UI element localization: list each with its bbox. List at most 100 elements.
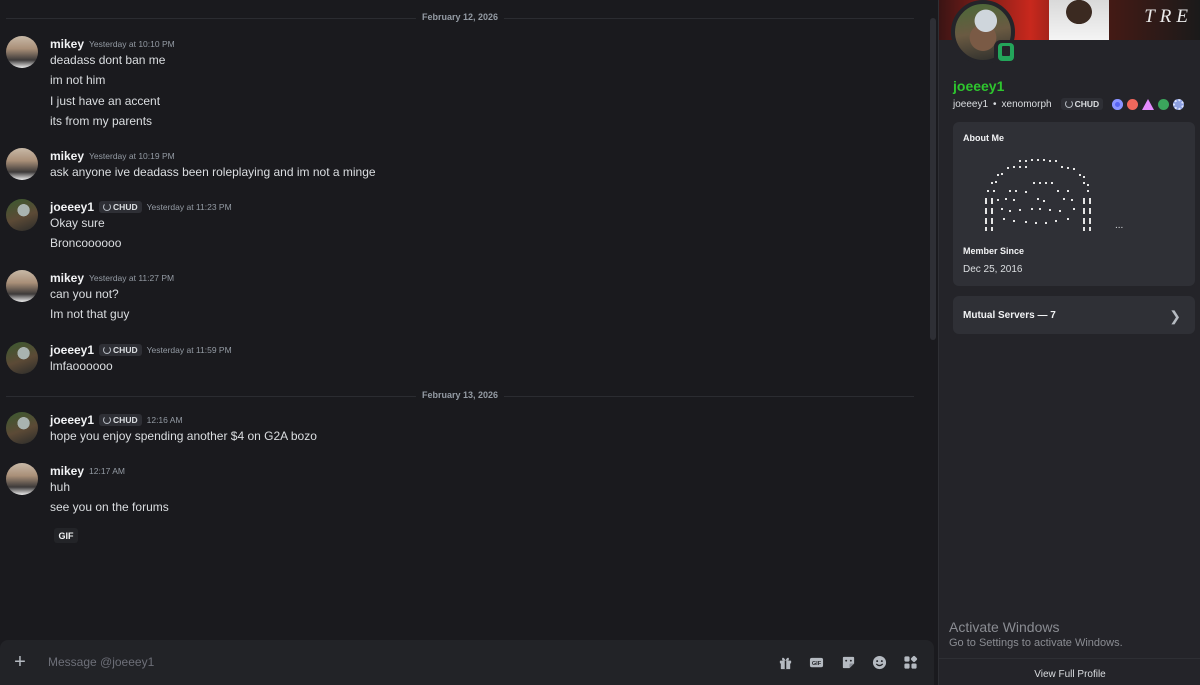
- guild-tag[interactable]: CHUD: [99, 414, 142, 426]
- message-input[interactable]: [48, 652, 748, 672]
- quest-badge-icon[interactable]: [1173, 98, 1185, 110]
- message-text: ask anyone ive deadass been roleplaying …: [50, 165, 376, 179]
- username[interactable]: joeeey1: [50, 343, 94, 357]
- message-header: joeeey1 CHUD Yesterday at 11:23 PM: [50, 199, 232, 215]
- plus-icon[interactable]: +: [10, 652, 30, 672]
- nitro-badge-icon[interactable]: [1112, 98, 1124, 110]
- about-me-ellipsis: ...: [1115, 220, 1124, 231]
- guild-tag-label: CHUD: [1074, 99, 1100, 109]
- scrollbar[interactable]: [930, 18, 936, 340]
- avatar[interactable]: [6, 342, 38, 374]
- gift-icon[interactable]: [777, 654, 793, 670]
- avatar[interactable]: [6, 36, 38, 68]
- ascii-art-image: [985, 159, 1091, 231]
- username[interactable]: joeeey1: [50, 200, 94, 214]
- message-group: mikey 12:17 AM huh see you on the forums…: [0, 463, 920, 545]
- message-text: can you not?: [50, 287, 119, 301]
- message-group: mikey Yesterday at 10:19 PM ask anyone i…: [0, 148, 920, 184]
- guild-tag[interactable]: CHUD: [1060, 98, 1104, 110]
- message-header: joeeey1 CHUD 12:16 AM: [50, 412, 183, 428]
- message-group: joeeey1 CHUD 12:16 AM hope you enjoy spe…: [0, 412, 920, 448]
- tag-icon: [103, 203, 112, 211]
- message-composer: + GIF: [0, 640, 934, 685]
- message-group: joeeey1 CHUD Yesterday at 11:23 PM Okay …: [0, 199, 920, 255]
- username[interactable]: mikey: [50, 271, 84, 285]
- username[interactable]: mikey: [50, 149, 84, 163]
- about-me-card: About Me ... Member Since Dec 25, 2016: [953, 122, 1195, 286]
- boost-badge-icon[interactable]: [1127, 98, 1139, 110]
- mobile-status-icon: [994, 40, 1018, 64]
- date-divider: February 13, 2026: [6, 390, 914, 400]
- message-group: mikey Yesterday at 11:27 PM can you not?…: [0, 270, 920, 326]
- avatar[interactable]: [6, 412, 38, 444]
- avatar[interactable]: [6, 148, 38, 180]
- user-profile-panel: TRE joeeey1 joeeey1 • xenomorph CHUD Abo…: [938, 0, 1200, 685]
- timestamp: Yesterday at 11:23 PM: [146, 202, 232, 212]
- guild-tag[interactable]: CHUD: [99, 201, 142, 213]
- avatar[interactable]: [6, 270, 38, 302]
- watermark-title: Activate Windows: [949, 619, 1060, 635]
- mutual-servers-label: Mutual Servers — 7: [963, 310, 1056, 321]
- message-group: mikey Yesterday at 10:10 PM deadass dont…: [0, 36, 920, 132]
- badge-list: [1112, 98, 1185, 110]
- username[interactable]: joeeey1: [50, 413, 94, 427]
- profile-pronouns: xenomorph: [1001, 98, 1052, 110]
- username-badge-icon[interactable]: [1158, 98, 1170, 110]
- member-since-date: Dec 25, 2016: [963, 264, 1023, 275]
- message-header: mikey Yesterday at 10:10 PM: [50, 36, 175, 52]
- banner-image: [1049, 0, 1109, 40]
- message-list: February 12, 2026 mikey Yesterday at 10:…: [0, 0, 928, 640]
- date-divider-label: February 13, 2026: [415, 390, 505, 400]
- message-text: Im not that guy: [50, 307, 130, 321]
- timestamp: 12:17 AM: [89, 466, 125, 476]
- emoji-icon[interactable]: [871, 654, 887, 670]
- svg-text:GIF: GIF: [811, 660, 821, 666]
- message-text: huh: [50, 480, 71, 494]
- date-divider-label: February 12, 2026: [415, 12, 505, 22]
- message-header: joeeey1 CHUD Yesterday at 11:59 PM: [50, 342, 232, 358]
- avatar[interactable]: [6, 199, 38, 231]
- timestamp: Yesterday at 10:19 PM: [89, 151, 175, 161]
- banner-text: TRE: [1144, 6, 1193, 27]
- display-name[interactable]: joeeey1: [953, 78, 1004, 94]
- view-full-profile-button[interactable]: View Full Profile: [939, 658, 1200, 685]
- about-me-title: About Me: [963, 133, 1004, 143]
- message-text: see you on the forums: [50, 500, 169, 514]
- guild-tag[interactable]: CHUD: [99, 344, 142, 356]
- separator-dot: •: [993, 98, 997, 110]
- tag-icon: [1064, 100, 1073, 108]
- username[interactable]: mikey: [50, 37, 84, 51]
- timestamp: 12:16 AM: [146, 415, 183, 425]
- sticker-icon[interactable]: [840, 654, 856, 670]
- message-text: Broncoooooo: [50, 236, 122, 250]
- gif-icon[interactable]: GIF: [808, 654, 824, 670]
- message-text: hope you enjoy spending another $4 on G2…: [50, 429, 317, 443]
- message-header: mikey Yesterday at 10:19 PM: [50, 148, 175, 164]
- mutual-servers-button[interactable]: Mutual Servers — 7 ❯: [953, 296, 1195, 334]
- guild-tag-label: CHUD: [113, 415, 138, 425]
- message-text: I just have an accent: [50, 94, 161, 108]
- message-text: lmfaoooooo: [50, 359, 113, 373]
- message-text: deadass dont ban me: [50, 53, 166, 67]
- timestamp: Yesterday at 10:10 PM: [89, 39, 175, 49]
- message-header: mikey Yesterday at 11:27 PM: [50, 270, 174, 286]
- watermark-subtitle: Go to Settings to activate Windows.: [949, 637, 1123, 649]
- chat-area: February 12, 2026 mikey Yesterday at 10:…: [0, 0, 938, 685]
- username[interactable]: mikey: [50, 464, 84, 478]
- message-text: its from my parents: [50, 114, 153, 128]
- message-group: joeeey1 CHUD Yesterday at 11:59 PM lmfao…: [0, 342, 920, 378]
- timestamp: Yesterday at 11:59 PM: [146, 345, 232, 355]
- apps-icon[interactable]: [902, 654, 918, 670]
- tag-icon: [103, 346, 112, 354]
- hypesquad-badge-icon[interactable]: [1142, 98, 1155, 110]
- message-header: mikey 12:17 AM: [50, 463, 125, 479]
- avatar[interactable]: [6, 463, 38, 495]
- message-text: im not him: [50, 73, 106, 87]
- profile-username: joeeey1: [953, 98, 989, 110]
- gif-attachment[interactable]: GIF: [54, 528, 78, 543]
- activate-windows-watermark: Activate Windows Go to Settings to activ…: [949, 619, 1123, 649]
- tag-icon: [103, 416, 112, 424]
- timestamp: Yesterday at 11:27 PM: [89, 273, 175, 283]
- guild-tag-label: CHUD: [113, 345, 138, 355]
- date-divider: February 12, 2026: [6, 12, 914, 22]
